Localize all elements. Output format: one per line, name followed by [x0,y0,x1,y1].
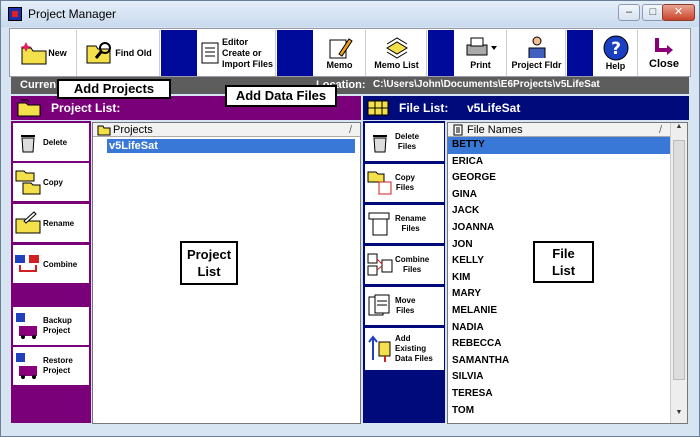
toolbar-spacer [567,30,593,76]
copy-project-button[interactable]: Copy [13,163,89,201]
editor-button[interactable]: Editor Create or Import Files [198,30,276,76]
file-actions: Delete Files Copy Files Rename Files Combin… [363,121,445,423]
sort-indicator-icon: / [348,123,352,136]
scroll-down-icon[interactable]: ▼ [671,409,687,423]
memo-list-button[interactable]: Memo List [367,30,427,76]
delete-project-button[interactable]: Delete [13,123,89,161]
project-manager-window: Project Manager – □ ✕ New Find Old Edito… [0,0,700,437]
find-old-button[interactable]: Find Old [78,30,160,76]
file-icon [453,124,463,135]
editor-icon [201,42,219,64]
print-button[interactable]: Print [455,30,507,76]
restore-project-button[interactable]: Restore Project [13,347,89,385]
help-icon: ? [603,35,628,61]
backup-icon [16,313,37,339]
file-list-header: File List: v5LifeSat [363,96,689,120]
file-list-title: File List: [399,101,449,115]
toolbar-spacer [277,30,313,76]
project-list-title: Project List: [51,101,121,115]
add-files-icon [368,335,391,362]
new-project-icon [20,42,47,65]
add-projects-callout: Add Projects [57,79,171,99]
file-list-scrollbar[interactable]: ▲ ▼ [670,123,687,423]
help-button[interactable]: ? Help [594,30,638,76]
copy-folder-icon [15,170,41,195]
project-list-callout: Project List [180,241,238,285]
toolbar: New Find Old Editor Create or Import Fil… [9,28,691,77]
app-icon [8,7,22,21]
location-path: C:\Users\John\Documents\E6Projects\v5Lif… [373,79,600,90]
grid-icon [367,100,389,116]
combine-files-icon [367,253,393,276]
move-files-button[interactable]: Move Files [365,287,444,325]
window-close-button[interactable]: ✕ [662,4,695,21]
file-item[interactable]: JACK [448,203,670,220]
memo-icon [329,38,353,59]
file-item[interactable]: BETTY [448,137,670,154]
minimize-button[interactable]: – [618,4,640,21]
file-item[interactable]: SAMANTHA [448,353,670,370]
scroll-thumb[interactable] [673,140,685,380]
printer-icon [466,37,497,56]
memo-list-icon [385,37,408,59]
delete-files-button[interactable]: Delete Files [365,123,444,161]
backup-project-button[interactable]: Backup Project [13,307,89,345]
file-names-column-header[interactable]: File Names / [448,123,670,137]
file-item[interactable]: SILVIA [448,369,670,386]
current-label: Curren [20,79,57,91]
window-title: Project Manager [28,7,117,21]
file-list-project-name: v5LifeSat [467,101,521,115]
move-files-icon [368,294,390,316]
new-button[interactable]: New [11,30,77,76]
person-icon [528,36,545,58]
file-item[interactable]: ERICA [448,154,670,171]
folders-icon [17,99,41,117]
folder-icon [97,125,111,135]
file-item[interactable]: MARY [448,286,670,303]
combine-projects-button[interactable]: Combine [13,245,89,283]
rename-file-icon [368,212,390,236]
rename-project-button[interactable]: Rename [13,204,89,242]
file-item[interactable]: JOANNA [448,220,670,237]
toolbar-spacer [161,30,197,76]
combine-folders-icon [15,255,39,272]
file-list-callout: File List [533,241,594,283]
exit-arrow-icon [655,38,673,55]
svg-text:?: ? [611,39,621,59]
trash-icon [373,135,387,153]
file-item[interactable]: MELANIE [448,303,670,320]
list-item[interactable]: v5LifeSat [107,139,355,153]
maximize-button[interactable]: □ [642,4,664,21]
file-item[interactable]: NADIA [448,320,670,337]
toolbar-spacer [428,30,454,76]
file-item[interactable]: REBECCA [448,336,670,353]
combine-files-button[interactable]: Combine Files [365,246,444,284]
trash-icon [21,135,35,153]
close-button[interactable]: Close [639,30,689,76]
open-folder-icon [86,42,112,64]
restore-icon [16,353,37,379]
scroll-up-icon[interactable]: ▲ [671,123,687,137]
file-item[interactable]: GINA [448,187,670,204]
project-actions: Delete Copy Rename Combine Backup Project… [11,121,91,423]
copy-files-button[interactable]: Copy Files [365,164,444,202]
copy-files-icon [367,171,392,195]
rename-files-button[interactable]: Rename Files [365,205,444,243]
projects-column-header[interactable]: Projects / [93,123,360,137]
project-folder-button[interactable]: Project Fldr [508,30,566,76]
file-item[interactable]: GEORGE [448,170,670,187]
title-bar: Project Manager – □ ✕ [1,1,699,27]
file-item[interactable]: TERESA [448,386,670,403]
add-existing-data-files-button[interactable]: Add Existing Data Files [365,328,444,370]
memo-button[interactable]: Memo [314,30,366,76]
add-data-files-callout: Add Data Files [225,85,337,107]
sort-indicator-icon: / [658,123,662,136]
file-item[interactable]: TOM [448,403,670,420]
rename-folder-icon [15,211,41,234]
